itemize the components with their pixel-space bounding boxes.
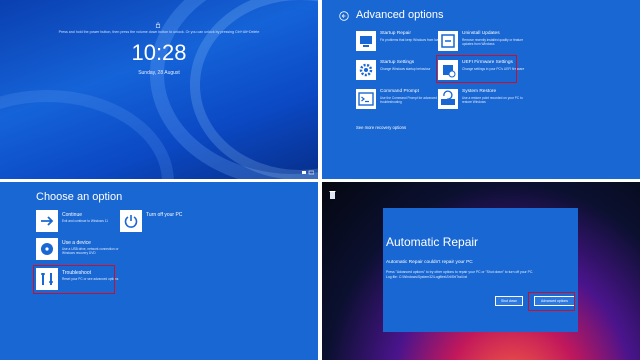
lock-icon	[155, 22, 161, 28]
dialog-log-path: Log file: C:\Windows\System32\Logfiles\S…	[386, 275, 468, 279]
repair-dialog: Automatic Repair Automatic Repair couldn…	[383, 208, 578, 332]
option-desc: Use a USB drive, network connection or W…	[62, 247, 119, 256]
option-uninstall-updates[interactable]: Uninstall Updates Remove recently instal…	[438, 30, 533, 54]
choose-option-panel: Choose an option Continue Exit and conti…	[0, 182, 318, 360]
automatic-repair-panel: Automatic Repair Automatic Repair couldn…	[322, 182, 640, 360]
lock-date: Sunday, 28 August	[138, 70, 180, 76]
option-startup-repair[interactable]: Startup Repair Fix problems that keep Wi…	[356, 30, 451, 54]
option-desc: Use a restore point recorded on your PC …	[462, 96, 523, 105]
uninstall-updates-icon	[438, 31, 458, 51]
troubleshoot-highlight-box	[33, 265, 115, 294]
wallpaper-swirl	[0, 90, 174, 179]
option-label: Use a device	[62, 240, 91, 246]
option-label: Continue	[62, 212, 83, 218]
disc-icon	[36, 238, 58, 260]
option-use-device[interactable]: Use a device Use a USB drive, network co…	[36, 238, 126, 264]
back-arrow-icon[interactable]	[339, 11, 349, 21]
uefi-highlight-box	[436, 55, 517, 83]
dialog-title: Automatic Repair	[386, 235, 479, 249]
see-more-recovery-link[interactable]: See more recovery options	[356, 125, 406, 130]
lock-screen-panel: Press and hold the power button, then pr…	[0, 0, 318, 179]
option-title: System Restore	[462, 89, 497, 94]
option-title: Startup Repair	[380, 31, 411, 36]
startup-repair-icon	[356, 31, 376, 51]
option-title: Uninstall Updates	[462, 31, 500, 36]
option-desc: Remove recently installed quality or fea…	[462, 38, 524, 47]
dialog-subtitle: Automatic Repair couldn't repair your PC	[386, 260, 473, 265]
option-desc: Exit and continue to Windows 11	[62, 219, 109, 223]
option-turn-off[interactable]: Turn off your PC	[120, 210, 210, 236]
shut-down-button[interactable]: Shut down	[495, 296, 523, 306]
gear-icon	[356, 60, 376, 80]
page-title: Choose an option	[36, 191, 123, 203]
option-title: Command Prompt	[380, 89, 419, 94]
advanced-options-highlight-box	[528, 292, 575, 311]
option-command-prompt[interactable]: Command Prompt Use the Command Prompt fo…	[356, 88, 451, 112]
arrow-right-icon	[36, 210, 58, 232]
command-prompt-icon	[356, 89, 376, 109]
option-system-restore[interactable]: System Restore Use a restore point recor…	[438, 88, 533, 112]
network-power-icons[interactable]	[302, 170, 314, 175]
option-continue[interactable]: Continue Exit and continue to Windows 11	[36, 210, 126, 236]
option-title: Startup Settings	[380, 60, 415, 65]
recycle-bin-icon[interactable]	[329, 190, 336, 199]
system-restore-icon	[438, 89, 458, 109]
advanced-options-panel: Advanced options Startup Repair Fix prob…	[322, 0, 640, 179]
option-label: Turn off your PC	[146, 212, 183, 218]
page-title: Advanced options	[356, 9, 444, 21]
lock-clock: 10:28	[131, 40, 187, 65]
dialog-text: Press "Advanced options" to try other op…	[386, 270, 576, 280]
unlock-instructions: Press and hold the power button, then pr…	[58, 30, 260, 34]
power-icon	[120, 210, 142, 232]
